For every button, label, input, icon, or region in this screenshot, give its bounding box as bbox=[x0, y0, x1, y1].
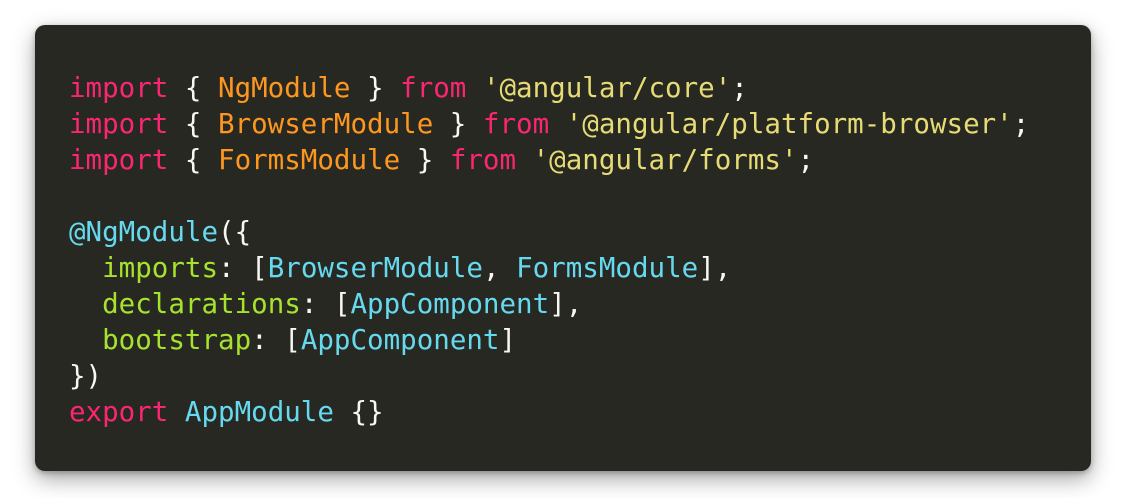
code-token-import-name: BrowserModule bbox=[218, 108, 434, 140]
code-token-punctuation: ] bbox=[499, 324, 517, 356]
code-token-punctuation: , bbox=[482, 252, 517, 284]
code-token-punctuation: ; bbox=[1012, 108, 1030, 140]
code-token-keyword: export bbox=[69, 396, 169, 428]
code-token-keyword: from bbox=[482, 108, 550, 140]
code-token-identifier: @NgModule bbox=[69, 216, 219, 248]
code-token-punctuation bbox=[516, 144, 533, 176]
code-token-punctuation: } bbox=[433, 108, 483, 140]
code-token-string: '@angular/platform-browser' bbox=[565, 108, 1013, 140]
code-token-punctuation bbox=[549, 108, 566, 140]
code-token-identifier: AppComponent bbox=[300, 324, 500, 356]
code-token-punctuation: } bbox=[350, 72, 401, 104]
code-token-punctuation: ({ bbox=[218, 216, 252, 248]
code-token-punctuation bbox=[69, 252, 102, 284]
code-token-keyword: import bbox=[69, 108, 169, 140]
code-token-punctuation: : [ bbox=[300, 288, 351, 320]
code-token-punctuation bbox=[69, 288, 102, 320]
code-token-punctuation: ; bbox=[731, 72, 748, 104]
code-token-punctuation: ], bbox=[698, 252, 732, 284]
code-token-keyword: from bbox=[400, 72, 467, 104]
code-token-punctuation: ; bbox=[797, 144, 815, 176]
code-token-punctuation: : [ bbox=[218, 252, 268, 284]
code-line: declarations: [AppComponent], bbox=[69, 286, 1029, 322]
code-token-keyword: from bbox=[449, 144, 517, 176]
code-token-keyword: import bbox=[69, 72, 169, 104]
code-token-punctuation: }) bbox=[69, 360, 103, 392]
code-token-import-name: NgModule bbox=[218, 72, 351, 104]
code-line: import { FormsModule } from '@angular/fo… bbox=[69, 142, 1029, 178]
code-block: import { NgModule } from '@angular/core'… bbox=[69, 70, 1029, 430]
code-token-property: declarations bbox=[102, 288, 301, 320]
code-line: @NgModule({ bbox=[69, 214, 1029, 250]
code-token-punctuation: {} bbox=[333, 396, 384, 428]
code-line: bootstrap: [AppComponent] bbox=[69, 322, 1029, 358]
code-token-string: '@angular/core' bbox=[482, 72, 732, 104]
code-token-keyword: import bbox=[69, 144, 169, 176]
code-token-punctuation bbox=[466, 72, 483, 104]
code-token-punctuation: { bbox=[168, 144, 219, 176]
code-line: imports: [BrowserModule, FormsModule], bbox=[69, 250, 1029, 286]
code-token-property: imports bbox=[102, 252, 219, 284]
code-token-punctuation: : [ bbox=[251, 324, 301, 356]
code-token-punctuation: } bbox=[400, 144, 450, 176]
code-token-punctuation: ], bbox=[549, 288, 583, 320]
code-token-string: '@angular/forms' bbox=[532, 144, 798, 176]
code-line: export AppModule {} bbox=[69, 394, 1029, 430]
code-token-punctuation: { bbox=[168, 108, 219, 140]
code-line: }) bbox=[69, 358, 1029, 394]
code-token-identifier: AppComponent bbox=[350, 288, 550, 320]
code-line: import { NgModule } from '@angular/core'… bbox=[69, 70, 1029, 106]
code-token-identifier: FormsModule bbox=[516, 252, 699, 284]
code-token-punctuation: { bbox=[168, 72, 219, 104]
code-token-import-name: FormsModule bbox=[218, 144, 401, 176]
code-token-identifier: AppModule bbox=[184, 396, 334, 428]
code-token-punctuation bbox=[168, 396, 185, 428]
code-token-punctuation bbox=[69, 324, 102, 356]
code-token-property: bootstrap bbox=[102, 324, 252, 356]
code-line: import { BrowserModule } from '@angular/… bbox=[69, 106, 1029, 142]
code-token-identifier: BrowserModule bbox=[267, 252, 483, 284]
